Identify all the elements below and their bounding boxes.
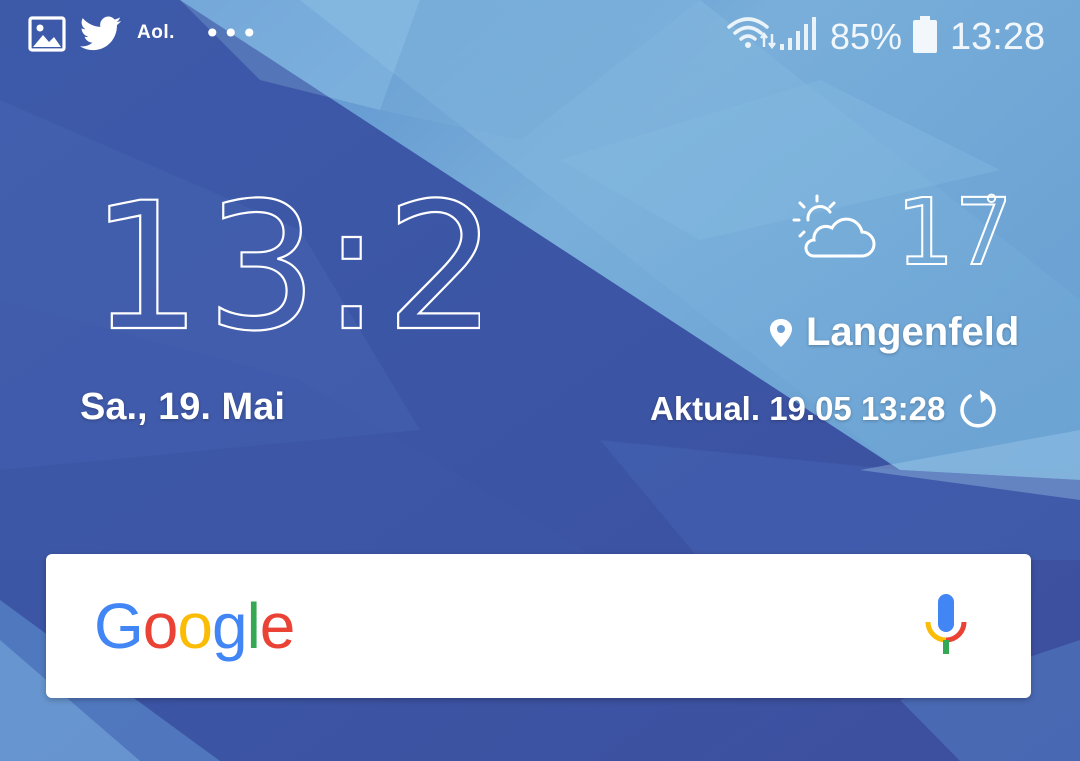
temperature-display: 17 ° — [896, 190, 1006, 270]
weather-last-updated: Aktual. 19.05 13:28 — [650, 390, 946, 427]
clock-time-display[interactable]: 13:28 — [90, 188, 480, 348]
battery-percentage: 85% — [830, 16, 903, 57]
google-logo-letter: g — [211, 590, 248, 662]
signal-icon — [780, 17, 816, 50]
google-logo-letter: o — [142, 590, 179, 662]
location-pin-icon — [770, 319, 792, 347]
google-logo-letter: G — [94, 590, 144, 662]
clock-date: Sa., 19. Mai — [80, 386, 285, 428]
google-logo-letter: l — [246, 590, 261, 662]
clock-time-text: 13:28 — [90, 188, 480, 348]
more-notifications-icon: ••• — [204, 17, 260, 50]
degree-symbol: ° — [984, 190, 999, 224]
twitter-icon — [80, 16, 122, 51]
microphone-icon[interactable] — [922, 594, 970, 658]
google-search-bar[interactable]: Google — [46, 554, 1031, 698]
wifi-icon — [727, 17, 776, 49]
google-logo: Google — [94, 588, 296, 664]
status-bar-time: 13:28 — [950, 16, 1046, 58]
gallery-icon — [28, 16, 66, 52]
home-screen: Aol. ••• 85% 13:28 13:28 Sa., 19. Mai — [0, 0, 1080, 761]
google-logo-letter: o — [177, 590, 213, 662]
battery-icon — [913, 16, 937, 53]
aol-notification-label: Aol. — [137, 22, 175, 43]
refresh-icon[interactable] — [956, 388, 1000, 430]
google-logo-letter: e — [259, 590, 296, 662]
weather-location: Langenfeld — [806, 310, 1020, 354]
partly-cloudy-icon — [792, 194, 876, 258]
